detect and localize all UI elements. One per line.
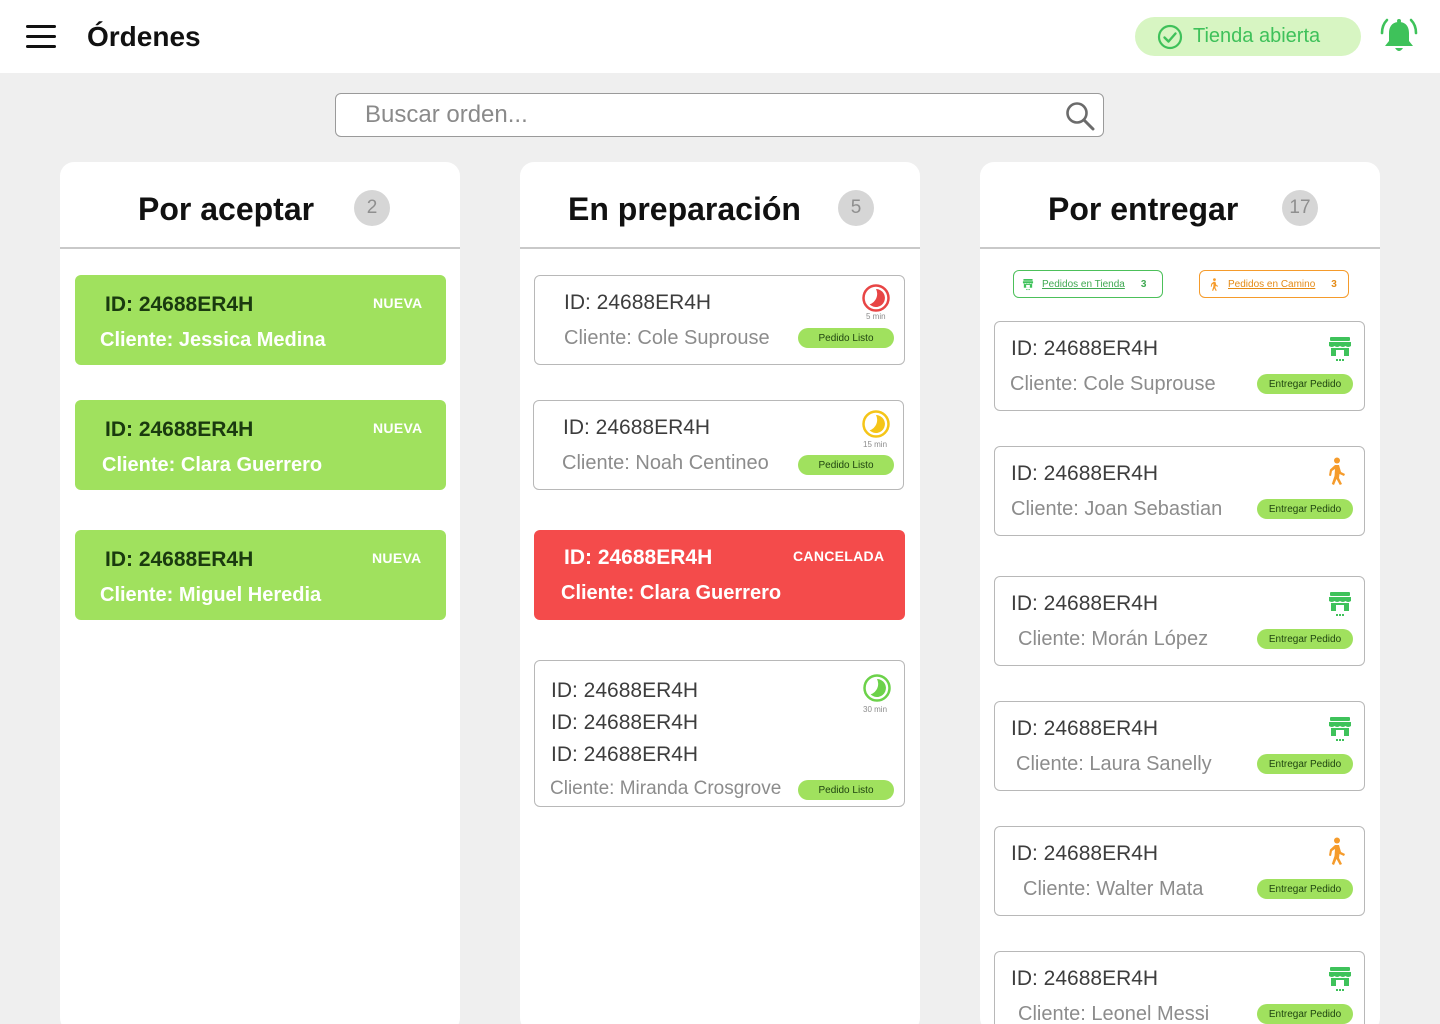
- store-icon: [1327, 715, 1353, 743]
- order-id: ID: 24688ER4H: [105, 418, 254, 441]
- order-id: ID: 24688ER4H: [1011, 717, 1159, 740]
- store-status-toggle[interactable]: Tienda abierta: [1135, 17, 1361, 56]
- order-card[interactable]: ID: 24688ER4H NUEVA Cliente: Clara Guerr…: [75, 400, 446, 490]
- column-title: Por aceptar: [138, 191, 315, 227]
- column-por-aceptar: Por aceptar 2 ID: 24688ER4H NUEVA Client…: [60, 162, 460, 1024]
- column-header: Por aceptar 2: [60, 162, 460, 249]
- walking-icon: [1323, 837, 1349, 865]
- column-en-preparacion: En preparación 5 ID: 24688ER4H Cliente: …: [520, 162, 920, 1024]
- timer-icon: [862, 410, 890, 438]
- menu-icon[interactable]: [26, 25, 56, 49]
- order-client: Cliente: Leonel Messi: [1018, 1003, 1210, 1024]
- order-status-tag: CANCELADA: [793, 548, 885, 564]
- order-client: Cliente: Miguel Heredia: [100, 584, 322, 606]
- order-id: ID: 24688ER4H: [564, 546, 713, 569]
- order-card[interactable]: ID: 24688ER4H NUEVA Cliente: Jessica Med…: [75, 275, 446, 365]
- search-bar: [335, 93, 1104, 137]
- order-id: ID: 24688ER4H: [1011, 337, 1159, 360]
- deliver-order-button[interactable]: Entregar Pedido: [1257, 374, 1353, 394]
- store-icon: [1327, 965, 1353, 993]
- delivery-card[interactable]: ID: 24688ER4H Cliente: Laura Sanelly Ent…: [994, 701, 1365, 791]
- column-count-badge: 2: [354, 190, 390, 226]
- store-icon: [1327, 335, 1353, 363]
- order-client: Cliente: Cole Suprouse: [1010, 373, 1216, 395]
- timer-icon: [863, 674, 891, 702]
- order-id: ID: 24688ER4H: [105, 293, 254, 316]
- order-card[interactable]: ID: 24688ER4H ID: 24688ER4H ID: 24688ER4…: [534, 660, 905, 807]
- column-count-badge: 5: [838, 190, 874, 226]
- column-count-badge: 17: [1282, 190, 1318, 226]
- store-status-label: Tienda abierta: [1193, 25, 1321, 47]
- top-bar: Órdenes Tienda abierta: [0, 0, 1440, 73]
- order-client: Cliente: Miranda Crosgrove: [550, 778, 782, 799]
- order-client: Cliente: Noah Centineo: [562, 452, 769, 474]
- timer-icon: [862, 284, 890, 312]
- search-icon[interactable]: [1064, 100, 1096, 132]
- timer-label: 30 min: [863, 705, 888, 714]
- filter-label: Pedidos en Camino: [1228, 278, 1316, 290]
- check-circle-icon: [1157, 24, 1183, 49]
- order-card[interactable]: ID: 24688ER4H NUEVA Cliente: Miguel Here…: [75, 530, 446, 620]
- order-client: Cliente: Walter Mata: [1023, 878, 1204, 900]
- order-card[interactable]: ID: 24688ER4H Cliente: Noah Centineo 15 …: [533, 400, 904, 490]
- order-id: ID: 24688ER4H: [1011, 592, 1159, 615]
- order-client: Cliente: Laura Sanelly: [1016, 753, 1212, 775]
- order-card-cancelled[interactable]: ID: 24688ER4H CANCELADA Cliente: Clara G…: [534, 530, 905, 620]
- order-client: Cliente: Clara Guerrero: [561, 582, 782, 604]
- deliver-order-button[interactable]: Entregar Pedido: [1257, 1004, 1353, 1024]
- filter-count: 3: [1331, 278, 1337, 290]
- order-id: ID: 24688ER4H: [1011, 967, 1159, 990]
- store-icon: [1327, 590, 1353, 618]
- page-title: Órdenes: [87, 21, 201, 52]
- filter-pedidos-en-tienda[interactable]: Pedidos en Tienda 3: [1013, 270, 1163, 298]
- filter-label: Pedidos en Tienda: [1042, 278, 1125, 290]
- order-status-tag: NUEVA: [373, 420, 423, 436]
- order-card[interactable]: ID: 24688ER4H Cliente: Cole Suprouse 5 m…: [534, 275, 905, 365]
- order-id: ID: 24688ER4H: [1011, 462, 1159, 485]
- delivery-card[interactable]: ID: 24688ER4H Cliente: Morán López Entre…: [994, 576, 1365, 666]
- search-input[interactable]: [337, 95, 1047, 135]
- delivery-card[interactable]: ID: 24688ER4H Cliente: Cole Suprouse Ent…: [994, 321, 1365, 411]
- order-id: ID: 24688ER4H: [1011, 842, 1159, 865]
- order-client: Cliente: Joan Sebastian: [1011, 498, 1223, 520]
- order-client: Cliente: Clara Guerrero: [102, 454, 323, 476]
- delivery-card[interactable]: ID: 24688ER4H Cliente: Leonel Messi Entr…: [994, 951, 1365, 1024]
- store-icon: [1022, 278, 1034, 291]
- order-ready-button[interactable]: Pedido Listo: [798, 328, 894, 348]
- delivery-card[interactable]: ID: 24688ER4H Cliente: Walter Mata Entre…: [994, 826, 1365, 916]
- order-id: ID: 24688ER4H: [551, 743, 699, 766]
- order-id: ID: 24688ER4H: [551, 711, 699, 734]
- order-status-tag: NUEVA: [373, 295, 423, 311]
- timer-label: 15 min: [863, 440, 888, 449]
- order-ready-button[interactable]: Pedido Listo: [798, 455, 894, 475]
- order-id: ID: 24688ER4H: [564, 291, 712, 314]
- filter-pedidos-en-camino[interactable]: Pedidos en Camino 3: [1199, 270, 1349, 298]
- walking-icon: [1208, 278, 1220, 291]
- order-client: Cliente: Cole Suprouse: [564, 327, 770, 349]
- filter-count: 3: [1140, 278, 1147, 290]
- order-client: Cliente: Morán López: [1018, 628, 1209, 650]
- column-title: Por entregar: [1048, 191, 1239, 227]
- column-title: En preparación: [568, 191, 801, 227]
- notification-bell-icon[interactable]: [1378, 16, 1420, 58]
- walking-icon: [1323, 457, 1349, 485]
- delivery-card[interactable]: ID: 24688ER4H Cliente: Joan Sebastian En…: [994, 446, 1365, 536]
- order-status-tag: NUEVA: [372, 550, 422, 566]
- deliver-order-button[interactable]: Entregar Pedido: [1257, 499, 1353, 519]
- order-id: ID: 24688ER4H: [105, 548, 254, 571]
- order-id: ID: 24688ER4H: [563, 416, 711, 439]
- column-por-entregar: Por entregar 17 Pedidos en Tienda 3 Pedi…: [980, 162, 1380, 1024]
- order-client: Cliente: Jessica Medina: [100, 329, 326, 351]
- deliver-order-button[interactable]: Entregar Pedido: [1257, 879, 1353, 899]
- deliver-order-button[interactable]: Entregar Pedido: [1257, 754, 1353, 774]
- timer-label: 5 min: [866, 312, 886, 321]
- column-header: Por entregar 17: [980, 162, 1380, 249]
- order-ready-button[interactable]: Pedido Listo: [798, 780, 894, 800]
- deliver-order-button[interactable]: Entregar Pedido: [1257, 629, 1353, 649]
- column-header: En preparación 5: [520, 162, 920, 249]
- order-id: ID: 24688ER4H: [551, 679, 699, 702]
